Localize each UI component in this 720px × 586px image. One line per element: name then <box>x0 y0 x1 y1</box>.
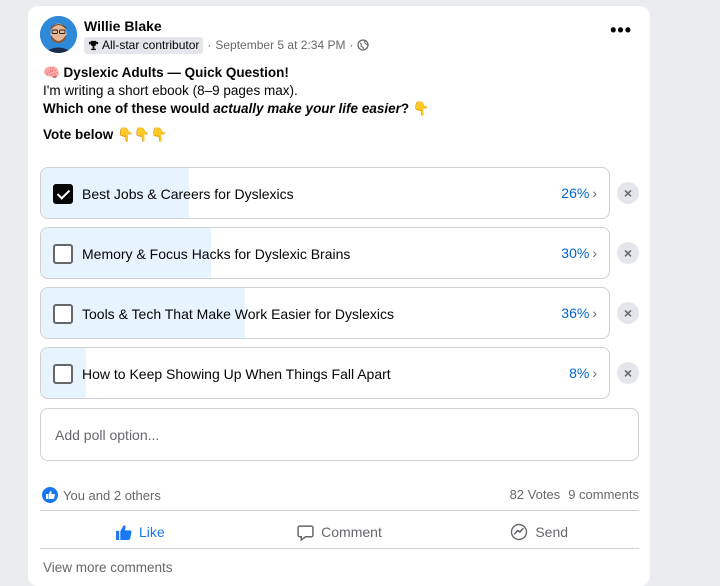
percent-value: 36% <box>561 305 590 321</box>
post-line-3: Which one of these would actually make y… <box>43 100 430 118</box>
chevron-right-icon: › <box>592 365 597 381</box>
post-line-3-end: ? 👇 <box>400 101 430 116</box>
globe-icon <box>357 39 370 51</box>
post-date[interactable]: September 5 at 2:34 PM <box>215 38 345 52</box>
poll-option-percent[interactable]: 8% › <box>569 365 597 381</box>
poll-option[interactable]: Best Jobs & Careers for Dyslexics 26% › <box>40 167 610 219</box>
poll-checkbox[interactable] <box>53 184 73 204</box>
separator: · <box>349 38 354 52</box>
view-more-comments-link[interactable]: View more comments <box>43 560 173 575</box>
poll-checkbox[interactable] <box>53 364 73 384</box>
thumbs-up-icon <box>116 524 132 540</box>
author-name[interactable]: Willie Blake <box>84 18 162 34</box>
percent-value: 30% <box>561 245 590 261</box>
poll-option-label: Memory & Focus Hacks for Dyslexic Brains <box>82 246 351 262</box>
add-poll-option-input[interactable]: Add poll option... <box>40 408 639 461</box>
poll-option[interactable]: Tools & Tech That Make Work Easier for D… <box>40 287 610 339</box>
chevron-right-icon: › <box>592 185 597 201</box>
comment-label: Comment <box>321 524 382 540</box>
all-star-badge[interactable]: All-star contributor <box>84 36 204 54</box>
poll-option-label: How to Keep Showing Up When Things Fall … <box>82 366 391 382</box>
poll-option-label: Best Jobs & Careers for Dyslexics <box>82 186 294 202</box>
post-line-3-emphasis: actually make your life easier <box>213 101 401 116</box>
poll-checkbox[interactable] <box>53 244 73 264</box>
remove-option-button[interactable]: × <box>617 242 639 264</box>
comment-button[interactable]: Comment <box>240 511 440 553</box>
post-line-1: 🧠 Dyslexic Adults — Quick Question! <box>43 65 289 80</box>
poll-option[interactable]: Memory & Focus Hacks for Dyslexic Brains… <box>40 227 610 279</box>
poll-option[interactable]: How to Keep Showing Up When Things Fall … <box>40 347 610 399</box>
post-text: 🧠 Dyslexic Adults — Quick Question! I'm … <box>43 64 430 144</box>
poll-option-percent[interactable]: 30% › <box>561 245 597 261</box>
reactions-text: You and 2 others <box>63 487 161 503</box>
post-line-4: Vote below 👇👇👇 <box>43 127 168 142</box>
send-button[interactable]: Send <box>439 511 639 553</box>
post-meta: All-star contributor · September 5 at 2:… <box>84 36 370 54</box>
post-line-3-start: Which one of these would <box>43 101 214 116</box>
poll-option-percent[interactable]: 26% › <box>561 185 597 201</box>
comment-icon <box>297 524 314 541</box>
divider <box>40 548 639 549</box>
poll-checkbox[interactable] <box>53 304 73 324</box>
chevron-right-icon: › <box>592 305 597 321</box>
poll-option-label: Tools & Tech That Make Work Easier for D… <box>82 306 394 322</box>
send-label: Send <box>535 524 569 540</box>
remove-option-button[interactable]: × <box>617 302 639 324</box>
remove-option-button[interactable]: × <box>617 362 639 384</box>
like-label: Like <box>138 524 165 540</box>
percent-value: 26% <box>561 185 590 201</box>
post-card: Willie Blake All-star contributor · Sept… <box>28 6 650 586</box>
remove-option-button[interactable]: × <box>617 182 639 204</box>
engagement-counts: 82 Votes 9 comments <box>510 487 639 502</box>
avatar[interactable] <box>40 16 77 53</box>
comments-count[interactable]: 9 comments <box>568 487 639 502</box>
more-options-icon[interactable]: ••• <box>610 20 632 41</box>
chevron-right-icon: › <box>592 245 597 261</box>
badge-label: All-star contributor <box>102 38 200 52</box>
separator: · <box>207 38 212 52</box>
votes-count[interactable]: 82 Votes <box>510 487 561 502</box>
percent-value: 8% <box>569 365 590 381</box>
post-line-2: I'm writing a short ebook (8–9 pages max… <box>43 83 298 98</box>
messenger-icon <box>511 523 528 541</box>
poll-option-percent[interactable]: 36% › <box>561 305 597 321</box>
reactions-summary[interactable]: You and 2 others <box>42 487 161 503</box>
action-bar: Like Comment Send <box>40 511 639 553</box>
trophy-icon <box>88 40 99 50</box>
like-button[interactable]: Like <box>40 511 240 553</box>
like-reaction-icon <box>42 487 58 503</box>
